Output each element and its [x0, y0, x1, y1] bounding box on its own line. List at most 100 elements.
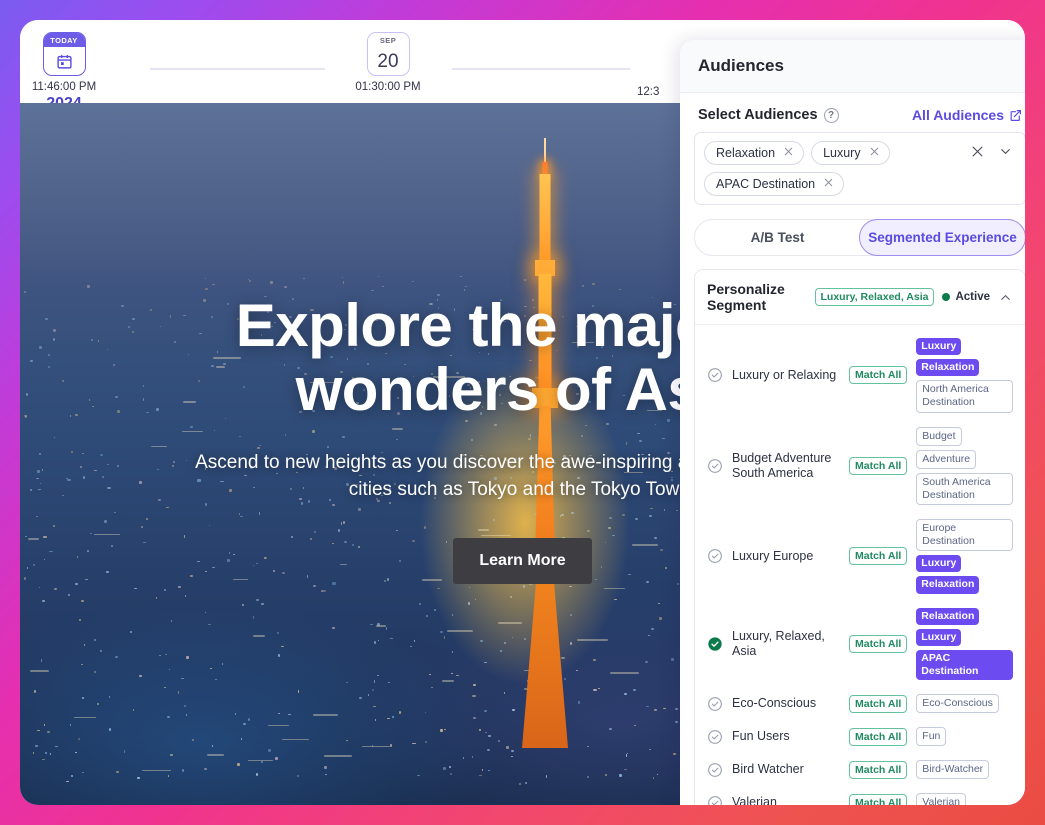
segment-row[interactable]: Bird Watcher Match All Bird-Watcher	[695, 753, 1025, 786]
segment-tag: Luxury	[916, 628, 962, 646]
match-all-badge: Match All	[849, 760, 908, 779]
calendar-badge-label: TODAY	[43, 33, 85, 47]
segment-row-name: Eco-Conscious	[732, 696, 817, 711]
audiences-panel: Audiences Select Audiences ? All Audienc…	[680, 40, 1025, 805]
status-dot-icon	[942, 293, 951, 301]
calendar-badge: TODAY	[42, 32, 86, 76]
close-icon[interactable]	[823, 177, 834, 191]
segment-tag: South America Destination	[916, 472, 1013, 505]
close-icon[interactable]	[970, 144, 985, 159]
segment-tag: Bird-Watcher	[916, 760, 990, 780]
segment-row[interactable]: Luxury Europe Match All Europe Destination…	[695, 512, 1025, 601]
segment-tag: Europe Destination	[916, 519, 1013, 552]
segment-tag: Relaxation	[916, 576, 980, 594]
select-audiences-label-group: Select Audiences ?	[698, 107, 839, 123]
check-circle-icon[interactable]	[707, 367, 723, 383]
segment-row[interactable]: Luxury, Relaxed, Asia Match All Relaxation…	[695, 601, 1025, 688]
input-actions	[970, 141, 1016, 159]
tab-a-b-test[interactable]: A/B Test	[695, 220, 860, 255]
segment-tag: Relaxation	[916, 607, 980, 625]
segment-tag: Valerian	[916, 793, 967, 805]
segment-row[interactable]: Fun Users Match All Fun	[695, 720, 1025, 753]
check-circle-icon[interactable]	[707, 795, 723, 805]
check-circle-icon[interactable]	[707, 729, 723, 745]
timeline-time: 01:30:00 PM	[355, 81, 421, 93]
audience-token-label: Relaxation	[716, 146, 776, 160]
segment-row-tags: Eco-Conscious	[916, 694, 1013, 714]
match-all-badge: Match All	[849, 634, 908, 653]
calendar-day: 20	[377, 50, 399, 72]
segment-row-tags: Relaxation Luxury APAC Destination	[916, 607, 1013, 680]
segment-row-tags: Budget Adventure South America Destination	[916, 426, 1013, 505]
segment-row-name: Budget Adventure South America	[732, 450, 832, 480]
match-all-badge: Match All	[849, 727, 908, 746]
segment-tag: Eco-Conscious	[916, 694, 999, 714]
timeline-time: 11:46:00 PM	[31, 81, 97, 93]
segment-row-tags: Valerian	[916, 793, 1013, 805]
segment-row[interactable]: Eco-Conscious Match All Eco-Conscious	[695, 687, 1025, 720]
status-badge: Active	[942, 291, 990, 303]
calendar-badge: SEP 20	[366, 32, 410, 76]
panel-header: Audiences	[680, 40, 1025, 93]
selected-audiences-input[interactable]: Relaxation Luxury APAC Destination	[694, 132, 1025, 205]
app-frame: TODAY 11:46:00 PM 2024 SEP 20 01:30:00 P…	[20, 20, 1025, 805]
segment-card-header: Personalize Segment Luxury, Relaxed, Asi…	[695, 270, 1025, 325]
segment-tag: Adventure	[916, 449, 977, 469]
tab-segmented-experience[interactable]: Segmented Experience	[859, 219, 1025, 256]
calendar-icon	[44, 47, 85, 75]
match-all-badge: Match All	[849, 547, 908, 566]
segment-row[interactable]: Luxury or Relaxing Match All Luxury Relaxat…	[695, 331, 1025, 420]
select-audiences-label: Select Audiences	[698, 107, 818, 123]
external-link-icon	[1009, 109, 1022, 122]
selected-segment-pill: Luxury, Relaxed, Asia	[814, 288, 935, 306]
all-audiences-link[interactable]: All Audiences	[912, 107, 1022, 123]
select-audiences-row: Select Audiences ? All Audiences	[694, 93, 1025, 132]
match-all-badge: Match All	[849, 694, 908, 713]
segment-row[interactable]: Budget Adventure South America Match All B…	[695, 420, 1025, 513]
close-icon[interactable]	[783, 146, 794, 160]
calendar-badge-label: SEP	[367, 33, 409, 47]
match-all-badge: Match All	[849, 793, 908, 805]
question-mark-icon[interactable]: ?	[823, 107, 839, 123]
status-label: Active	[955, 291, 990, 303]
segment-row-name: Luxury or Relaxing	[732, 367, 837, 382]
segment-tag: North America Destination	[916, 380, 1013, 413]
segment-row-tags: Luxury Relaxation North America Destinatio…	[916, 338, 1013, 413]
audience-token[interactable]: APAC Destination	[704, 172, 845, 196]
all-audiences-label: All Audiences	[911, 107, 1004, 123]
segment-row-tags: Europe Destination Luxury Relaxation	[916, 519, 1013, 594]
match-all-badge: Match All	[849, 366, 908, 385]
match-all-badge: Match All	[849, 456, 908, 475]
page-title: Audiences	[698, 56, 784, 75]
audience-token[interactable]: Relaxation	[704, 141, 805, 165]
timeline-connector	[150, 68, 325, 70]
segment-tag: Fun	[916, 727, 947, 747]
timeline-stop-today[interactable]: TODAY 11:46:00 PM 2024	[20, 32, 129, 113]
segment-list[interactable]: Luxury or Relaxing Match All Luxury Relaxat…	[695, 325, 1025, 805]
check-circle-filled-icon[interactable]	[707, 636, 723, 652]
segment-row-name: Luxury Europe	[732, 548, 814, 563]
check-circle-icon[interactable]	[707, 548, 723, 564]
experience-tabs: A/B Test Segmented Experience	[694, 219, 1025, 256]
personalize-segment-card: Personalize Segment Luxury, Relaxed, Asi…	[694, 269, 1025, 805]
check-circle-icon[interactable]	[707, 696, 723, 712]
segment-row-name: Luxury, Relaxed, Asia	[732, 628, 825, 658]
learn-more-button[interactable]: Learn More	[453, 537, 592, 584]
segment-row-name: Bird Watcher	[732, 762, 804, 777]
segment-tag: Budget	[916, 426, 962, 446]
audience-token-label: APAC Destination	[716, 177, 816, 191]
segment-tag: Luxury	[916, 338, 962, 356]
segment-row-name: Fun Users	[732, 729, 790, 744]
segment-tag: Luxury	[916, 555, 962, 573]
audience-token[interactable]: Luxury	[811, 141, 890, 165]
selected-audience-tokens: Relaxation Luxury APAC Destination	[704, 141, 964, 196]
close-icon[interactable]	[869, 146, 880, 160]
segment-tag: APAC Destination	[916, 649, 1013, 680]
chevron-down-icon[interactable]	[998, 144, 1013, 159]
check-circle-icon[interactable]	[707, 762, 723, 778]
segment-card-title: Personalize Segment	[707, 281, 785, 313]
check-circle-icon[interactable]	[707, 458, 723, 474]
timeline-stop-sep-20[interactable]: SEP 20 01:30:00 PM	[323, 32, 453, 93]
chevron-up-icon[interactable]	[998, 290, 1013, 305]
segment-row[interactable]: Valerian Match All Valerian	[695, 786, 1025, 805]
